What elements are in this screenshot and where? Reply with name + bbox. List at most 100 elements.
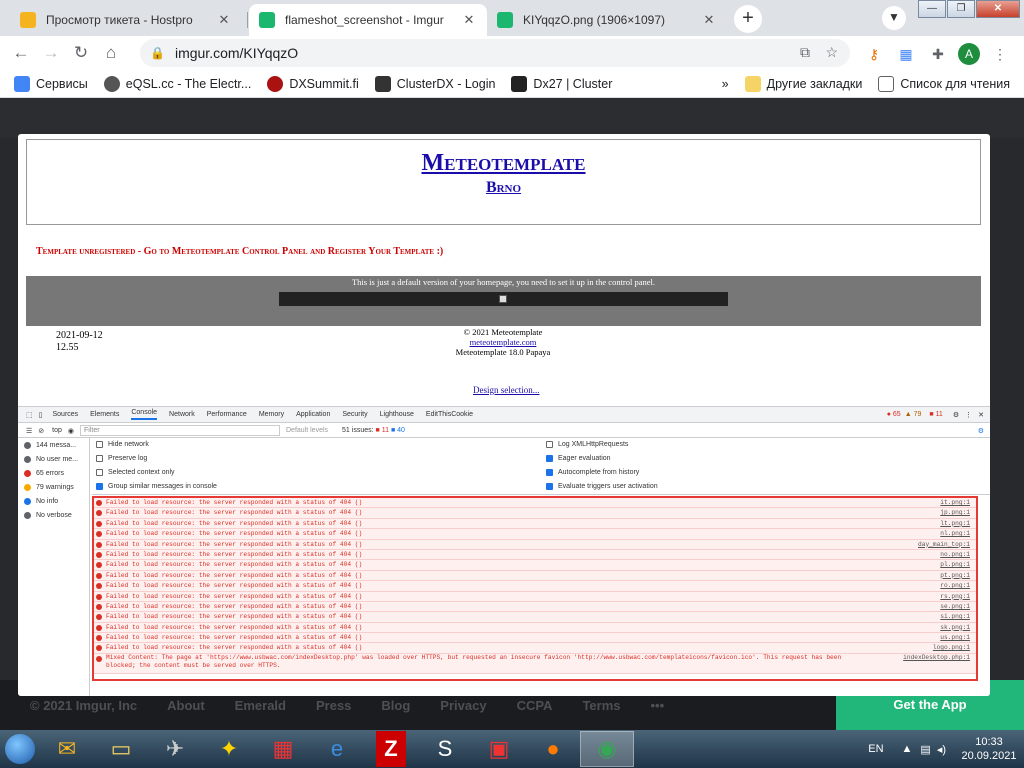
tab-sources[interactable]: Sources — [52, 411, 78, 418]
puzzle-extensions-icon[interactable]: ✚ — [926, 42, 950, 66]
footer-press-link[interactable]: Press — [316, 698, 351, 713]
footer-about-link[interactable]: About — [167, 698, 205, 713]
tab-hostpro[interactable]: Просмотр тикета - Hostpro ✕ — [10, 4, 242, 36]
checkbox[interactable] — [96, 469, 103, 476]
language-indicator[interactable]: EN — [868, 743, 883, 755]
ham-radio-app-icon[interactable]: ▦ — [256, 731, 310, 767]
device-toggle-icon[interactable]: ▯ — [39, 411, 43, 419]
menu-kebab-icon[interactable]: ⋮ — [988, 42, 1012, 66]
sidebar-verbose[interactable]: No verbose — [18, 508, 89, 522]
footer-ccpa-link[interactable]: CCPA — [517, 698, 553, 713]
tray-expand-icon[interactable]: ▲ — [902, 743, 913, 755]
option-log-xhr[interactable]: Log XMLHttpRequests — [546, 441, 628, 448]
checkbox[interactable] — [96, 441, 103, 448]
tab-console[interactable]: Console — [131, 409, 158, 420]
option-preserve-log[interactable]: Preserve log — [96, 455, 147, 462]
forward-icon[interactable]: → — [36, 38, 66, 68]
sidebar-messages[interactable]: 144 messa... — [18, 438, 89, 452]
option-autocomplete[interactable]: Autocomplete from history — [546, 469, 639, 476]
sidebar-user-messages[interactable]: No user me... — [18, 452, 89, 466]
maximize-button[interactable]: ❐ — [947, 0, 975, 18]
tab-editthiscookie[interactable]: EditThisCookie — [426, 411, 473, 418]
settings-gear-icon[interactable]: ⚙ — [953, 411, 959, 419]
tab-network[interactable]: Network — [169, 411, 195, 418]
context-selector[interactable]: top — [52, 427, 62, 434]
home-icon[interactable]: ⌂ — [96, 38, 126, 68]
checkbox-checked[interactable] — [546, 455, 553, 462]
skype-icon[interactable]: S — [418, 731, 472, 767]
sidebar-warnings[interactable]: 79 warnings — [18, 480, 89, 494]
butterfly-app-icon[interactable]: ✦ — [202, 731, 256, 767]
eye-icon[interactable]: ◉ — [68, 427, 74, 435]
log-levels-dropdown[interactable]: Default levels — [286, 427, 328, 434]
inspect-icon[interactable]: ⬚ — [26, 411, 33, 419]
flag-app-icon[interactable]: ▣ — [472, 731, 526, 767]
footer-blog-link[interactable]: Blog — [381, 698, 410, 713]
close-tab-icon[interactable]: ✕ — [701, 12, 717, 28]
network-icon[interactable]: ▤ — [920, 743, 930, 756]
meteo-title-link[interactable]: Meteotemplate — [27, 150, 980, 177]
bookmark-dxsummit[interactable]: DXSummit.fi — [267, 75, 359, 92]
tab-elements[interactable]: Elements — [90, 411, 119, 418]
volume-icon[interactable]: ◂) — [937, 743, 946, 756]
reading-list-button[interactable]: Список для чтения — [878, 75, 1010, 92]
option-selected-context[interactable]: Selected context only — [96, 469, 175, 476]
tab-imgur[interactable]: flameshot_screenshot - Imgur ✕ — [249, 4, 487, 36]
thunderbird-icon[interactable]: ✉ — [40, 731, 94, 767]
filezilla-icon[interactable]: Z — [376, 731, 406, 767]
bookmark-services[interactable]: Сервисы — [14, 75, 88, 92]
checkbox-checked[interactable] — [546, 469, 553, 476]
footer-more-icon[interactable]: ••• — [651, 698, 665, 713]
start-button[interactable] — [0, 730, 40, 768]
key-extension-icon[interactable]: ⚷ — [862, 42, 886, 66]
warning-count-badge[interactable]: ▲ 79 — [905, 411, 922, 418]
checkbox[interactable] — [546, 441, 553, 448]
clock[interactable]: 10:33 20.09.2021 — [954, 735, 1024, 763]
option-eager-eval[interactable]: Eager evaluation — [546, 455, 611, 462]
address-bar[interactable]: 🔒 imgur.com/KIYqqzO ⧉ ☆ — [140, 39, 850, 67]
bookmark-dx27[interactable]: Dx27 | Cluster — [511, 75, 612, 92]
bookmark-star-icon[interactable]: ☆ — [825, 44, 838, 61]
tab-image[interactable]: KIYqqzO.png (1906×1097) ✕ — [487, 4, 727, 36]
more-options-icon[interactable]: ⋮ — [965, 411, 972, 419]
translate-icon[interactable]: ⧉ — [800, 44, 810, 61]
error-count-badge[interactable]: ● 65 — [887, 411, 901, 418]
tab-security[interactable]: Security — [342, 411, 367, 418]
sidebar-errors[interactable]: 65 errors — [18, 466, 89, 480]
option-eval-triggers[interactable]: Evaluate triggers user activation — [546, 483, 658, 490]
sidebar-info[interactable]: No info — [18, 494, 89, 508]
bookmark-eqsl[interactable]: eQSL.cc - The Electr... — [103, 75, 251, 92]
sidebar-toggle-icon[interactable]: ☰ — [26, 427, 32, 435]
other-bookmarks-folder[interactable]: Другие закладки — [744, 75, 862, 92]
satellite-app-icon[interactable]: ✈ — [148, 731, 202, 767]
minimize-button[interactable]: — — [918, 0, 946, 18]
console-filter-input[interactable]: Filter — [80, 425, 280, 436]
console-settings-icon[interactable]: ⚙ — [978, 427, 984, 435]
option-group-similar[interactable]: Group similar messages in console — [96, 483, 217, 490]
tab-performance[interactable]: Performance — [207, 411, 247, 418]
chrome-icon[interactable]: ◉ — [580, 731, 634, 767]
profile-avatar[interactable]: A — [958, 43, 980, 65]
tab-application[interactable]: Application — [296, 411, 330, 418]
close-tab-icon[interactable]: ✕ — [216, 12, 232, 28]
tab-memory[interactable]: Memory — [259, 411, 284, 418]
checkbox-checked[interactable] — [546, 483, 553, 490]
checkbox[interactable] — [96, 455, 103, 462]
close-tab-icon[interactable]: ✕ — [461, 12, 477, 28]
back-icon[interactable]: ← — [6, 38, 36, 68]
clear-console-icon[interactable]: ⊘ — [38, 427, 44, 435]
firefox-icon[interactable]: ● — [526, 731, 580, 767]
meteo-subtitle-link[interactable]: Brno — [27, 179, 980, 197]
tab-search-icon[interactable]: ▼ — [882, 6, 906, 30]
footer-terms-link[interactable]: Terms — [582, 698, 620, 713]
design-selection-link[interactable]: Design selection... — [473, 385, 540, 395]
issues-count-badge[interactable]: ■ 11 — [929, 411, 942, 418]
checkbox-checked[interactable] — [96, 483, 103, 490]
close-devtools-icon[interactable]: ✕ — [978, 411, 984, 419]
new-tab-button[interactable]: + — [734, 5, 762, 33]
reload-icon[interactable]: ↻ — [66, 38, 96, 68]
tab-lighthouse[interactable]: Lighthouse — [380, 411, 414, 418]
bookmark-clusterdx[interactable]: ClusterDX - Login — [374, 75, 495, 92]
issues-button[interactable]: 51 issues: ■ 11 ■ 40 — [342, 427, 405, 434]
footer-privacy-link[interactable]: Privacy — [440, 698, 486, 713]
